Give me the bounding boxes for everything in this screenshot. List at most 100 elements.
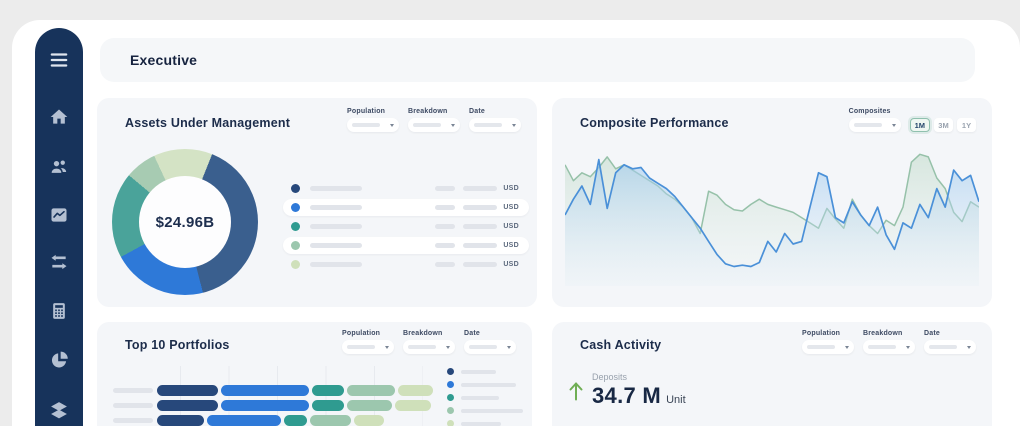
portfolio-bar-segment — [284, 415, 307, 426]
filter-label: Date — [469, 108, 521, 115]
chevron-down-icon — [512, 124, 516, 127]
portfolio-rows — [113, 385, 436, 426]
legend-value-skeleton — [435, 224, 455, 229]
filter-select[interactable] — [849, 118, 901, 132]
filter-label: Breakdown — [403, 330, 455, 337]
placeholder-skeleton — [854, 123, 882, 127]
aum-legend-row: USD — [283, 199, 529, 216]
range-button-group: 1M 3M 1Y — [910, 118, 976, 132]
filter-dropdown: Date — [464, 330, 516, 354]
filter-select[interactable] — [464, 340, 516, 354]
portfolio-bar-segment — [312, 400, 344, 411]
legend-label-skeleton — [310, 224, 362, 229]
range-button-3m[interactable]: 3M — [934, 118, 953, 132]
aum-legend-row: USD — [283, 180, 529, 197]
currency-label: USD — [503, 242, 519, 249]
sidebar-item-calculator[interactable] — [49, 301, 69, 321]
composite-series-group — [565, 154, 979, 286]
portfolio-bar-row — [113, 415, 436, 426]
filter-label: Population — [342, 330, 394, 337]
filter-select[interactable] — [469, 118, 521, 132]
aum-total: $24.96B — [156, 214, 215, 231]
legend-dot — [447, 394, 454, 401]
filter-select[interactable] — [924, 340, 976, 354]
portfolio-bar-segment — [354, 415, 384, 426]
placeholder-skeleton — [474, 123, 502, 127]
sidebar-item-menu[interactable] — [49, 50, 69, 70]
legend-dot — [291, 222, 300, 231]
sidebar-item-home[interactable] — [49, 107, 69, 127]
legend-value-skeleton — [435, 186, 455, 191]
transfers-icon — [49, 252, 69, 272]
filter-select[interactable] — [403, 340, 455, 354]
legend-label-skeleton — [461, 396, 499, 400]
cash-card: Cash Activity PopulationBreakdownDate De… — [552, 322, 992, 426]
sidebar-item-allocation[interactable] — [49, 350, 69, 370]
clients-icon — [49, 157, 69, 177]
sidebar-item-clients[interactable] — [49, 157, 69, 177]
chevron-down-icon — [906, 346, 910, 349]
portfolio-legend-item — [447, 381, 523, 388]
composite-controls: Composites 1M 3M 1Y — [849, 108, 976, 132]
aum-legend-row: USD — [283, 237, 529, 254]
portfolio-legend-item — [447, 368, 523, 375]
portfolio-label-skeleton — [113, 388, 153, 393]
portfolio-bar-segment — [157, 385, 218, 396]
aum-filters: PopulationBreakdownDate — [347, 108, 521, 132]
filter-select[interactable] — [802, 340, 854, 354]
composite-card-title: Composite Performance — [580, 116, 729, 130]
legend-label-skeleton — [461, 383, 516, 387]
portfolio-bar-segment — [347, 400, 392, 411]
filter-dropdown: Population — [347, 108, 399, 132]
allocation-pie-icon — [49, 350, 69, 370]
placeholder-skeleton — [929, 345, 957, 349]
chevron-down-icon — [845, 346, 849, 349]
sidebar-item-transfers[interactable] — [49, 252, 69, 272]
range-button-1m[interactable]: 1M — [910, 118, 930, 132]
range-button-1y[interactable]: 1Y — [957, 118, 976, 132]
legend-dot — [447, 368, 454, 375]
legend-label-skeleton — [310, 205, 362, 210]
portfolio-bar-segment — [157, 400, 218, 411]
placeholder-skeleton — [807, 345, 835, 349]
placeholder-skeleton — [469, 345, 497, 349]
legend-label-skeleton — [310, 262, 362, 267]
composite-filter-slot: Composites — [849, 108, 901, 132]
deposits-value: 34.7 M — [592, 383, 661, 409]
portfolio-legend — [447, 368, 523, 426]
sidebar-item-holdings[interactable] — [49, 400, 69, 420]
holdings-layers-icon — [49, 400, 69, 420]
legend-value-skeleton — [463, 186, 497, 191]
portfolio-bar-segment — [310, 415, 351, 426]
placeholder-skeleton — [408, 345, 436, 349]
aum-card-title: Assets Under Management — [125, 116, 290, 130]
legend-value-skeleton — [463, 205, 497, 210]
filter-select[interactable] — [342, 340, 394, 354]
aum-donut-hole: $24.96B — [139, 176, 231, 268]
placeholder-skeleton — [352, 123, 380, 127]
filter-label: Date — [464, 330, 516, 337]
chevron-down-icon — [390, 124, 394, 127]
filter-dropdown: Breakdown — [863, 330, 915, 354]
legend-dot — [291, 203, 300, 212]
filter-select[interactable] — [408, 118, 460, 132]
chevron-down-icon — [892, 124, 896, 127]
aum-card: Assets Under Management PopulationBreakd… — [97, 98, 537, 307]
portfolios-filters: Population Breakdown Date — [342, 330, 516, 354]
filter-select[interactable] — [863, 340, 915, 354]
currency-label: USD — [503, 185, 519, 192]
filter-select[interactable] — [347, 118, 399, 132]
portfolio-legend-item — [447, 420, 523, 426]
deposits-unit: Unit — [666, 394, 686, 406]
filter-label: Date — [924, 330, 976, 337]
portfolio-bar-row — [113, 385, 436, 396]
filter-label: Population — [802, 330, 854, 337]
cash-card-title: Cash Activity — [580, 338, 661, 352]
sidebar-item-performance[interactable] — [49, 205, 69, 225]
filter-dropdown: Date — [469, 108, 521, 132]
portfolio-legend-item — [447, 394, 523, 401]
aum-legend-row: USD — [283, 218, 529, 235]
cash-filters: Population Breakdown Date — [802, 330, 976, 354]
performance-chart-icon — [49, 205, 69, 225]
page-title: Executive — [130, 52, 197, 68]
